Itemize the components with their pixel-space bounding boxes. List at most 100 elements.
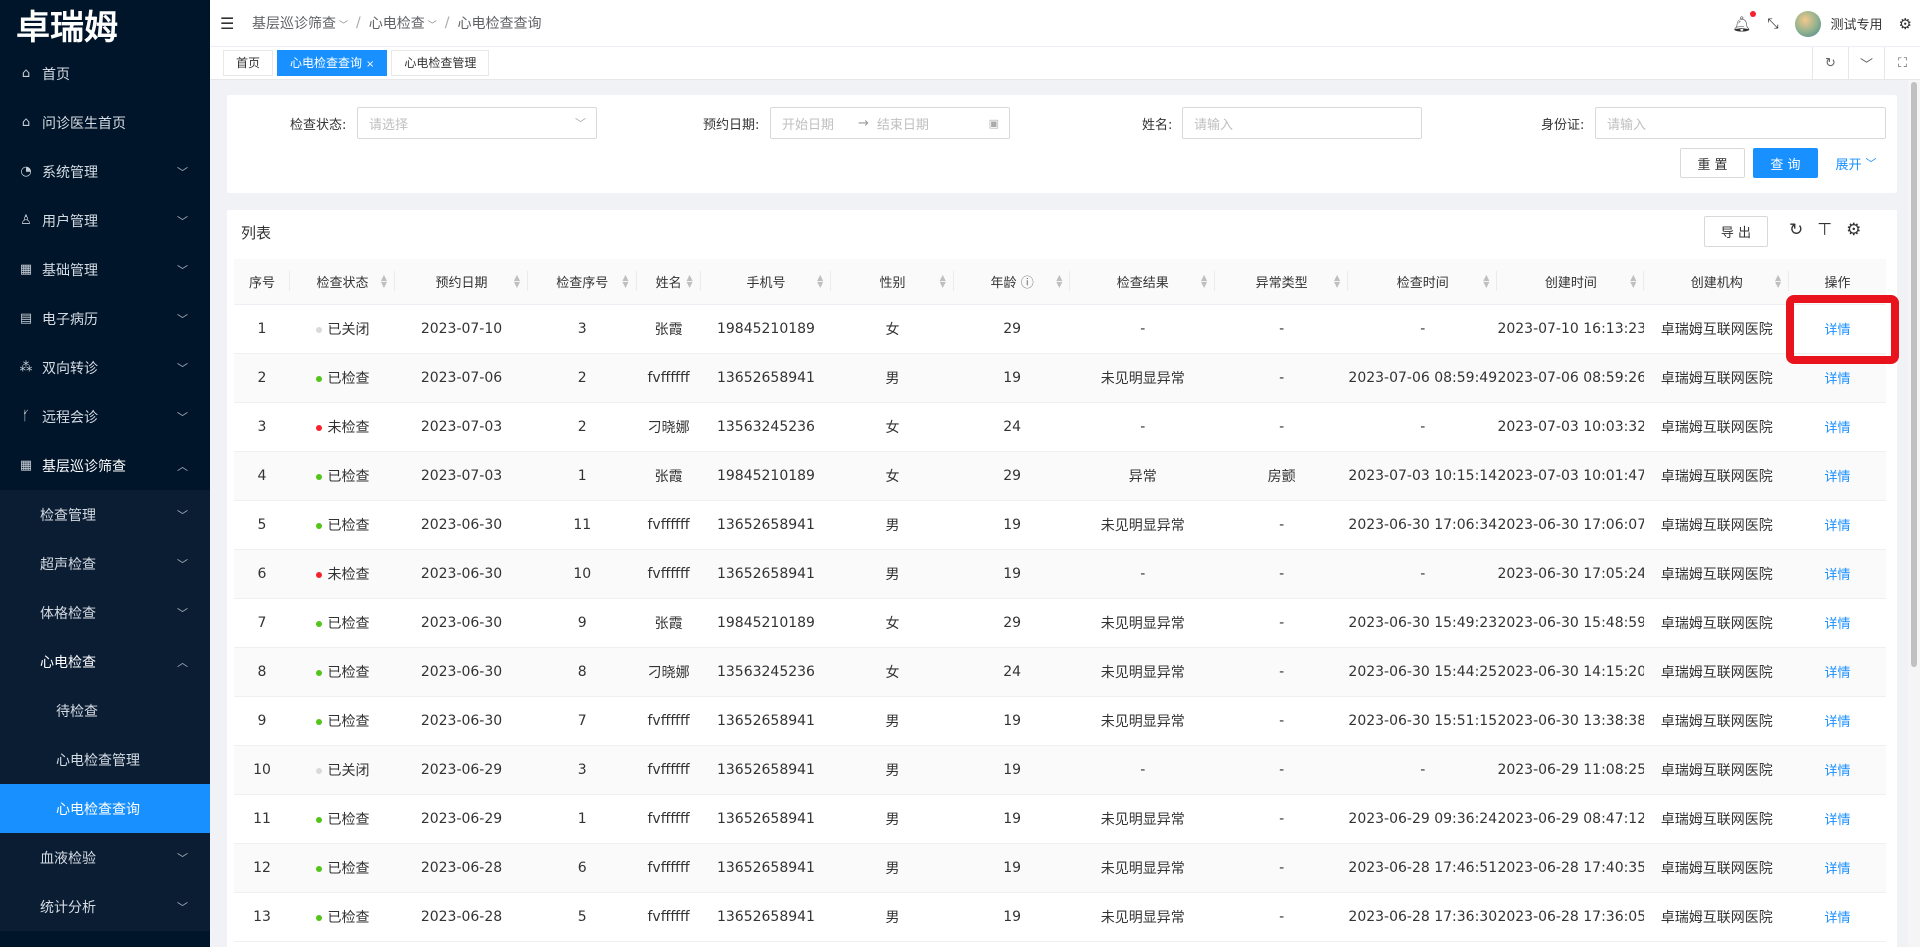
fullscreen-icon[interactable]: ⤡ xyxy=(1767,16,1778,32)
username[interactable]: 测试专用 xyxy=(1831,14,1883,33)
refresh-icon[interactable]: ↻ xyxy=(1812,47,1848,80)
table-cell: 19 xyxy=(953,549,1071,599)
column-header[interactable]: 手机号 ▲ ▼ xyxy=(700,259,832,305)
table-body: 1 已关闭 2023-07-10 3 张霞 19845210189 女 29- - -2023-0… xyxy=(234,304,1886,942)
sidebar-item-physical[interactable]: 体格检查 ﹀ xyxy=(0,588,210,637)
detail-link[interactable]: 详情 xyxy=(1825,372,1851,387)
expand-icon[interactable]: ⛶ xyxy=(1884,47,1920,80)
column-header[interactable]: 检查结果 ▲ ▼ xyxy=(1070,259,1216,305)
sort-icon[interactable]: ▲ ▼ xyxy=(940,274,946,289)
tab-ecg-mgmt[interactable]: 心电检查管理 xyxy=(391,50,490,76)
table-cell: fvffffff xyxy=(636,549,701,599)
sort-icon[interactable]: ▲ ▼ xyxy=(1056,274,1062,289)
detail-link[interactable]: 详情 xyxy=(1825,470,1851,485)
sidebar-item-stats[interactable]: 统计分析 ﹀ xyxy=(0,882,210,931)
breadcrumb-item[interactable]: 心电检查 ﹀ xyxy=(369,13,437,33)
reset-button[interactable]: 重 置 xyxy=(1680,148,1745,178)
sort-icon[interactable]: ▲ ▼ xyxy=(1775,274,1781,289)
sort-icon[interactable]: ▲ ▼ xyxy=(514,274,520,289)
sort-icon[interactable]: ▲ ▼ xyxy=(687,274,693,289)
sidebar-item-emr[interactable]: ▤ 电子病历 ﹀ xyxy=(0,294,210,343)
detail-link[interactable]: 详情 xyxy=(1825,764,1851,779)
column-header[interactable]: 异常类型 ▲ ▼ xyxy=(1215,259,1349,305)
start-date-input[interactable]: 开始日期 xyxy=(782,114,834,133)
detail-link[interactable]: 详情 xyxy=(1825,715,1851,730)
scrollbar-thumb[interactable] xyxy=(1911,82,1917,667)
chevron-down-icon: ﹀ xyxy=(177,851,188,865)
column-header[interactable]: 创建机构 ▲ ▼ xyxy=(1644,259,1790,305)
detail-link[interactable]: 详情 xyxy=(1825,323,1851,338)
chevron-down-icon[interactable]: ﹀ xyxy=(1848,47,1884,80)
sort-icon[interactable]: ▲ ▼ xyxy=(381,274,387,289)
name-input[interactable]: 请输入 xyxy=(1182,107,1422,139)
status-dot xyxy=(315,816,322,823)
table-cell: - xyxy=(1070,549,1216,599)
column-header[interactable]: 检查序号 ▲ ▼ xyxy=(528,259,637,305)
tab-ecg-query[interactable]: 心电检查查询 × xyxy=(277,50,388,76)
table-toolbar: ↻ ⊤ ⚙ xyxy=(1789,220,1861,240)
column-header[interactable]: 姓名 ▲ ▼ xyxy=(636,259,701,305)
column-header[interactable]: 序号 xyxy=(234,259,290,305)
menu-fold-icon[interactable]: ☰ xyxy=(220,14,244,33)
column-header[interactable]: 操作 xyxy=(1789,259,1886,305)
sidebar-item-ultrasound[interactable]: 超声检查 ﹀ xyxy=(0,539,210,588)
table-cell: 5 xyxy=(528,892,637,942)
detail-link[interactable]: 详情 xyxy=(1825,568,1851,583)
sort-icon[interactable]: ▲ ▼ xyxy=(1630,274,1636,289)
sidebar-item-system[interactable]: ◔ 系统管理 ﹀ xyxy=(0,147,210,196)
sidebar-item-basic[interactable]: ▦ 基础管理 ﹀ xyxy=(0,245,210,294)
table-cell: 2023-06-28 xyxy=(395,892,528,942)
page-scrollbar[interactable] xyxy=(1908,80,1920,947)
sort-icon[interactable]: ▲ ▼ xyxy=(1334,274,1340,289)
gear-icon[interactable]: ⚙ xyxy=(1899,15,1912,33)
detail-link[interactable]: 详情 xyxy=(1825,519,1851,534)
column-header[interactable]: 创建时间 ▲ ▼ xyxy=(1497,259,1645,305)
sidebar-item-consult[interactable]: ᚶ 远程会诊 ﹀ xyxy=(0,392,210,441)
detail-link[interactable]: 详情 xyxy=(1825,421,1851,436)
sidebar-item-ecg-mgmt[interactable]: 心电检查管理 xyxy=(0,735,210,784)
sidebar-item-ecg-query[interactable]: 心电检查查询 xyxy=(0,784,210,833)
sort-icon[interactable]: ▲ ▼ xyxy=(1201,274,1207,289)
close-icon[interactable]: × xyxy=(366,59,374,70)
refresh-icon[interactable]: ↻ xyxy=(1789,220,1803,240)
breadcrumb-item[interactable]: 基层巡诊筛查 ﹀ xyxy=(252,13,348,33)
end-date-input[interactable]: 结束日期 xyxy=(877,114,929,133)
action-cell: 详情 xyxy=(1789,549,1886,599)
sidebar-item-ecg[interactable]: 心电检查 ︿ xyxy=(0,637,210,686)
sidebar-item-home[interactable]: ⌂ 首页 xyxy=(0,49,210,98)
sidebar-item-doctor-home[interactable]: ⌂ 问诊医生首页 xyxy=(0,98,210,147)
search-button[interactable]: 查 询 xyxy=(1753,148,1818,178)
detail-link[interactable]: 详情 xyxy=(1825,911,1851,926)
gear-icon[interactable]: ⚙ xyxy=(1846,220,1861,240)
date-range-picker[interactable]: 开始日期 → 结束日期 ▣ xyxy=(770,107,1010,139)
sidebar-item-ecg-pending[interactable]: 待检查 xyxy=(0,686,210,735)
column-header[interactable]: 性别 ▲ ▼ xyxy=(831,259,955,305)
sidebar-item-users[interactable]: ♙ 用户管理 ﹀ xyxy=(0,196,210,245)
expand-button[interactable]: 展开 ﹀ xyxy=(1828,148,1884,178)
column-header[interactable]: 检查状态 ▲ ▼ xyxy=(290,259,395,305)
export-button[interactable]: 导 出 xyxy=(1704,216,1768,247)
avatar[interactable] xyxy=(1794,10,1821,37)
bell-icon[interactable]: 🔔︎ xyxy=(1732,10,1757,33)
sort-icon[interactable]: ▲ ▼ xyxy=(817,274,823,289)
tab-home[interactable]: 首页 xyxy=(223,50,274,76)
sidebar-item-screening[interactable]: ▦ 基层巡诊筛查 ︿ xyxy=(0,441,210,490)
detail-link[interactable]: 详情 xyxy=(1825,813,1851,828)
table-cell: 19 xyxy=(953,500,1071,550)
sidebar-item-referral[interactable]: ⁂ 双向转诊 ﹀ xyxy=(0,343,210,392)
status-select[interactable]: 请选择 ﹀ xyxy=(357,107,597,139)
info-icon[interactable]: ⓘ xyxy=(1017,276,1034,291)
sort-icon[interactable]: ▲ ▼ xyxy=(1483,274,1489,289)
sidebar-item-blood[interactable]: 血液检验 ﹀ xyxy=(0,833,210,882)
detail-link[interactable]: 详情 xyxy=(1825,666,1851,681)
column-header[interactable]: 年龄 ⓘ ▲ ▼ xyxy=(953,259,1071,305)
id-card-input[interactable]: 请输入 xyxy=(1595,107,1886,139)
detail-link[interactable]: 详情 xyxy=(1825,862,1851,877)
table-cell: - xyxy=(1215,696,1349,746)
column-header[interactable]: 预约日期 ▲ ▼ xyxy=(395,259,528,305)
detail-link[interactable]: 详情 xyxy=(1825,617,1851,632)
sort-icon[interactable]: ▲ ▼ xyxy=(622,274,628,289)
sidebar-item-exam-mgmt[interactable]: 检查管理 ﹀ xyxy=(0,490,210,539)
column-height-icon[interactable]: ⊤ xyxy=(1817,220,1832,240)
column-header[interactable]: 检查时间 ▲ ▼ xyxy=(1348,259,1498,305)
